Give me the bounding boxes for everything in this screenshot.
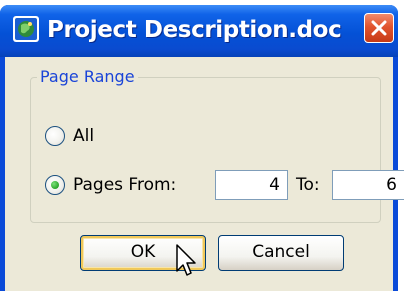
radio-pages-label[interactable]: Pages From: bbox=[73, 175, 176, 195]
page-range-group: Page Range All Pages From: 4 To: 6 bbox=[30, 68, 404, 223]
title-bar[interactable]: Project Description.doc bbox=[0, 5, 398, 57]
dialog-body: Page Range All Pages From: 4 To: 6 OK Ca… bbox=[5, 57, 404, 291]
page-range-label: Page Range bbox=[37, 68, 138, 86]
close-icon bbox=[371, 20, 387, 36]
dialog-window: Project Description.doc Page Range All P… bbox=[0, 5, 404, 291]
radio-all-label[interactable]: All bbox=[73, 126, 94, 146]
from-page-input[interactable]: 4 bbox=[215, 170, 288, 200]
pages-word: Pages bbox=[73, 175, 124, 195]
radio-selected-dot bbox=[51, 181, 59, 189]
window-title: Project Description.doc bbox=[47, 17, 342, 43]
from-label: From: bbox=[128, 175, 177, 195]
close-button[interactable] bbox=[364, 13, 394, 43]
to-label: To: bbox=[296, 175, 320, 195]
globe-app-icon bbox=[13, 16, 39, 42]
radio-pages[interactable] bbox=[45, 175, 65, 195]
pointer-cursor-icon bbox=[176, 244, 196, 276]
cancel-button[interactable]: Cancel bbox=[218, 235, 344, 271]
radio-all[interactable] bbox=[45, 126, 65, 146]
to-page-input[interactable]: 6 bbox=[332, 170, 404, 200]
